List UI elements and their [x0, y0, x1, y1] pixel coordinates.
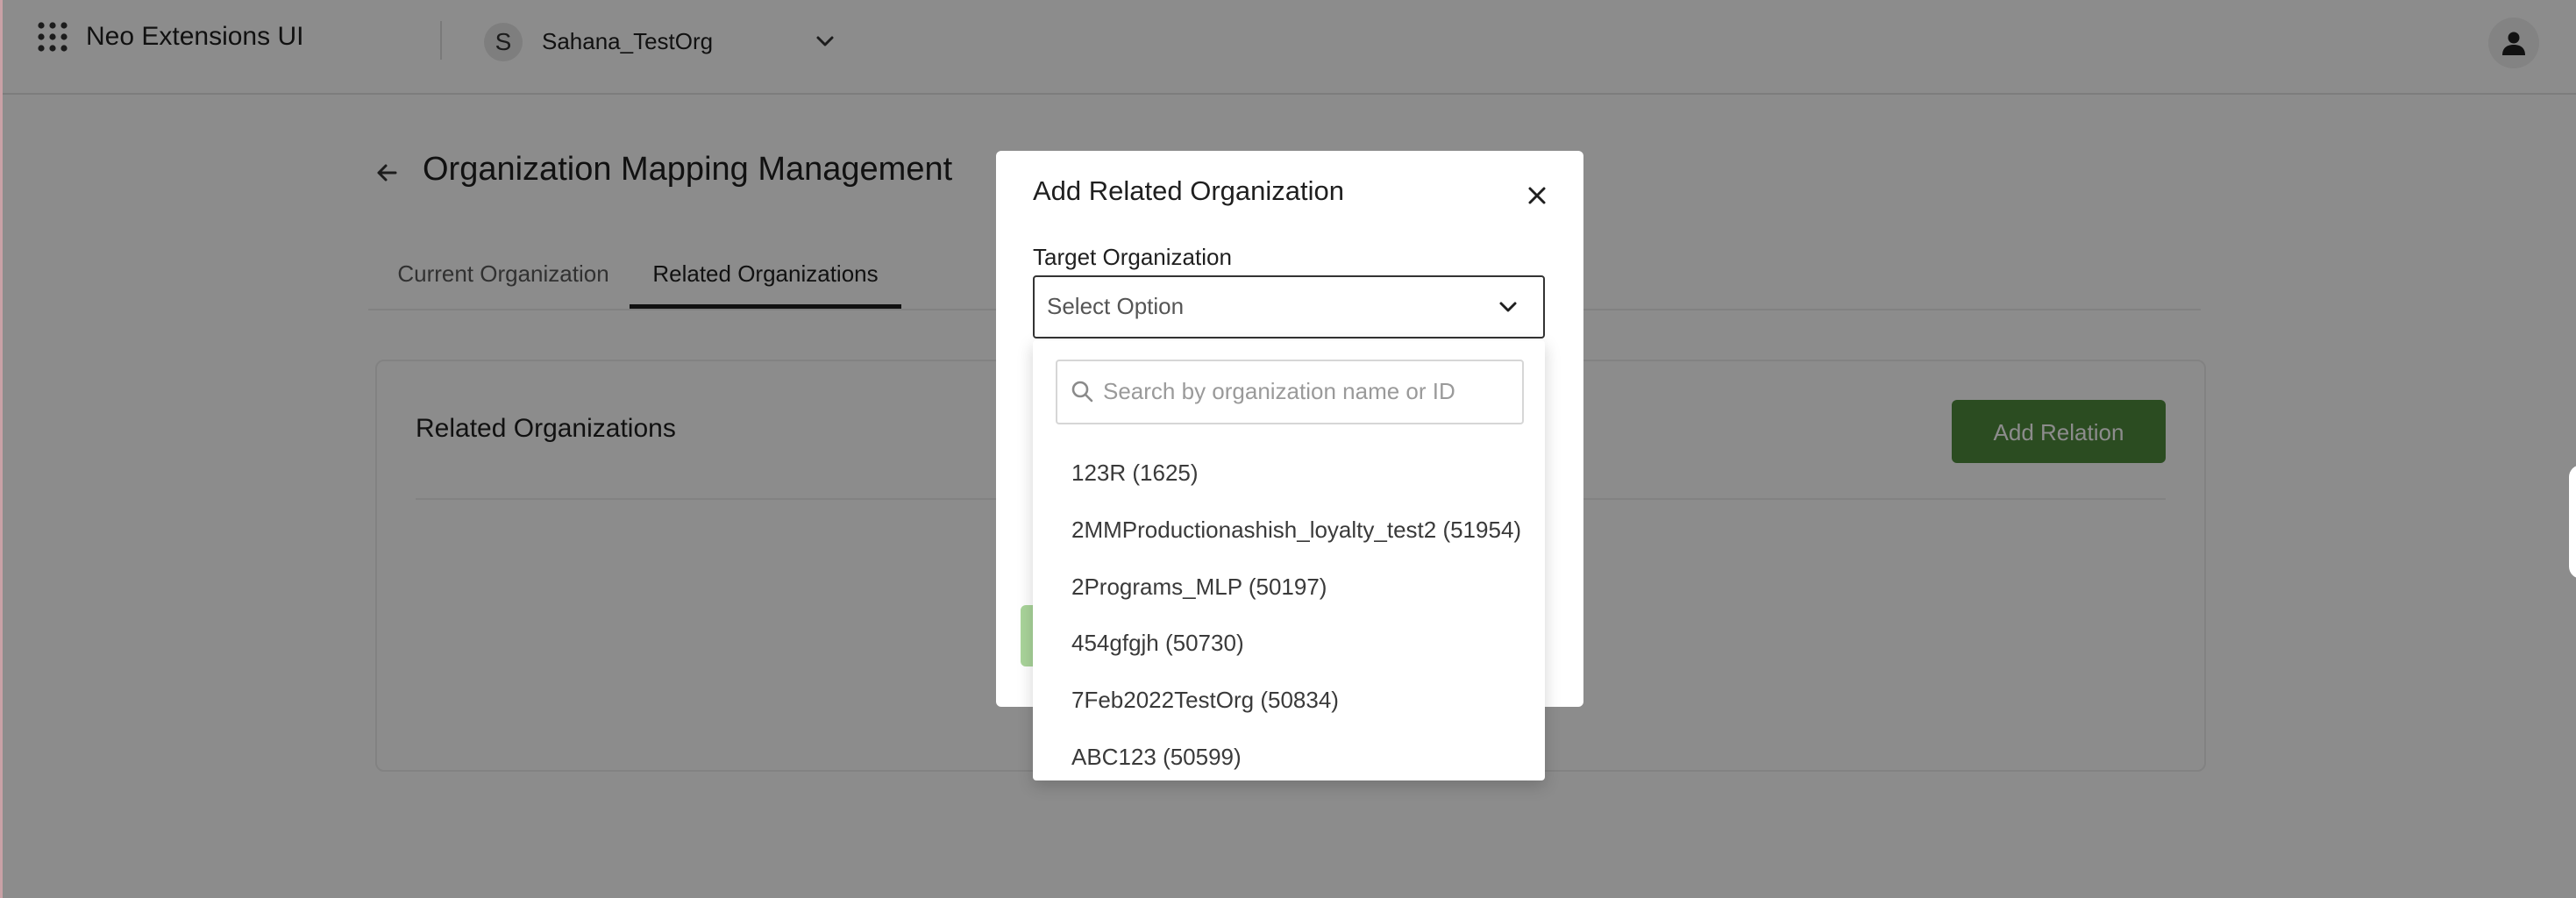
dropdown-option[interactable]: 7Feb2022TestOrg (50834): [1071, 687, 1339, 714]
organization-dropdown: 123R (1625) 2MMProductionashish_loyalty_…: [1033, 340, 1545, 780]
search-icon: [1070, 379, 1094, 403]
search-box: [1056, 360, 1524, 424]
target-organization-select[interactable]: Select Option: [1033, 275, 1545, 339]
target-organization-label: Target Organization: [1033, 244, 1232, 270]
dropdown-option[interactable]: 2Programs_MLP (50197): [1071, 574, 1327, 601]
search-input[interactable]: [1103, 370, 1512, 412]
dropdown-option[interactable]: 2MMProductionashish_loyalty_test2 (51954…: [1071, 517, 1521, 544]
dropdown-option[interactable]: 454gfgjh (50730): [1071, 630, 1244, 657]
dialog-title: Add Related Organization: [1033, 175, 1345, 206]
chevron-down-icon: [1496, 295, 1520, 319]
side-panel-handle[interactable]: [2569, 465, 2576, 579]
close-icon[interactable]: [1524, 182, 1550, 209]
select-value: Select Option: [1047, 293, 1185, 319]
dropdown-option[interactable]: 123R (1625): [1071, 460, 1199, 487]
dropdown-option[interactable]: ABC123 (50599): [1071, 744, 1242, 771]
window-edge: [0, 0, 3, 898]
